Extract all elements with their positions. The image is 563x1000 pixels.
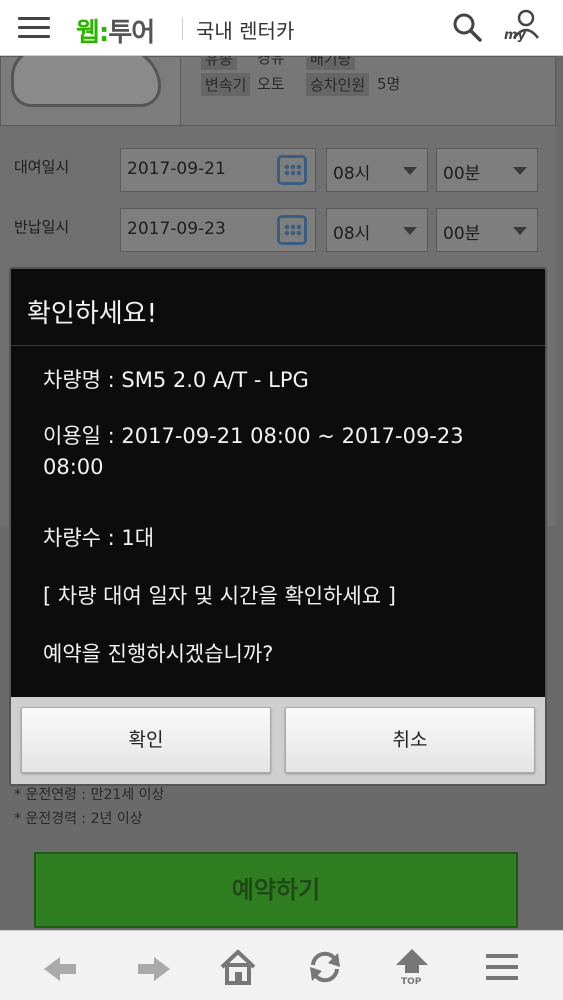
rent-label: 대여일시 [14,158,70,176]
car-icon [11,47,161,107]
car-name-text: 차량명 : SM5 2.0 A/T - LPG [43,368,309,392]
calendar-icon[interactable] [277,215,307,245]
confirm-dialog: 확인하세요! 차량명 : SM5 2.0 A/T - LPG 이용일 : 201… [9,267,547,786]
return-minute-value: 00분 [443,224,481,244]
return-label: 반납일시 [14,218,70,236]
rent-date-input[interactable]: 2017-09-21 [120,148,316,192]
return-hour-value: 08시 [333,224,371,244]
scroll-top-button[interactable]: TOP [392,947,432,987]
spec-value: 5명 [377,75,401,93]
arrow-left-icon [44,957,76,981]
spec-key: 변속기 [201,73,251,96]
arrow-up-icon [396,949,428,973]
rent-minute-value: 00분 [443,164,481,184]
rent-date-value: 2017-09-21 [127,159,226,179]
car-card: 유종 경유 배기량 변속기 오토 승차인원 5명 [0,47,556,126]
return-date-value: 2017-09-23 [127,219,226,239]
car-image [1,47,181,125]
logo-sub: 투어 [108,18,155,48]
chevron-down-icon [513,227,527,235]
menu-icon[interactable] [18,15,50,41]
page-title: 국내 렌터카 [196,19,295,43]
dialog-title: 확인하세요! [27,299,158,329]
forward-button[interactable] [130,947,170,987]
chevron-down-icon [403,227,417,235]
spec-key: 승차인원 [306,73,370,96]
age-requirement: * 운전연령 : 만21세 이상 [14,787,165,803]
bottom-nav: TOP [0,930,563,1000]
reserve-button[interactable]: 예약하기 [34,852,518,928]
my-label: my [504,28,527,43]
ok-button[interactable]: 확인 [21,707,271,773]
chevron-down-icon [403,167,417,175]
cancel-button[interactable]: 취소 [285,707,535,773]
check-notice-text: [ 차량 대여 일자 및 시간을 확인하세요 ] [43,584,396,608]
top-label: TOP [401,977,422,987]
calendar-icon[interactable] [277,155,307,185]
home-icon[interactable] [218,947,258,987]
rent-hour-value: 08시 [333,164,371,184]
spec-value: 오토 [257,75,285,93]
header-divider [182,18,183,40]
logo-dot: : [98,18,109,48]
car-count-text: 차량수 : 1대 [43,526,155,550]
chevron-down-icon [513,167,527,175]
dialog-button-bar: 확인 취소 [11,697,545,784]
logo-main: 웹 [76,18,100,48]
rent-minute-select[interactable]: 00분 [436,148,538,192]
usage-period-text: 이용일 : 2017-09-21 08:00 ~ 2017-09-23 08:0… [43,424,464,479]
rent-hour-select[interactable]: 08시 [326,148,428,192]
experience-requirement: * 운전경력 : 2년 이상 [14,811,143,827]
arrow-right-icon [138,957,170,981]
my-page-icon[interactable]: my [500,8,544,48]
return-minute-select[interactable]: 00분 [436,208,538,252]
return-hour-select[interactable]: 08시 [326,208,428,252]
dialog-divider [11,345,545,346]
return-date-input[interactable]: 2017-09-23 [120,208,316,252]
app-header: 웹:투어 국내 렌터카 my [0,0,563,56]
more-menu-icon[interactable] [482,947,522,987]
back-button[interactable] [44,947,84,987]
confirm-question-text: 예약을 진행하시겠습니까? [43,642,274,666]
search-icon[interactable] [452,12,482,42]
site-logo[interactable]: 웹:투어 [76,12,155,49]
refresh-icon[interactable] [305,947,345,987]
